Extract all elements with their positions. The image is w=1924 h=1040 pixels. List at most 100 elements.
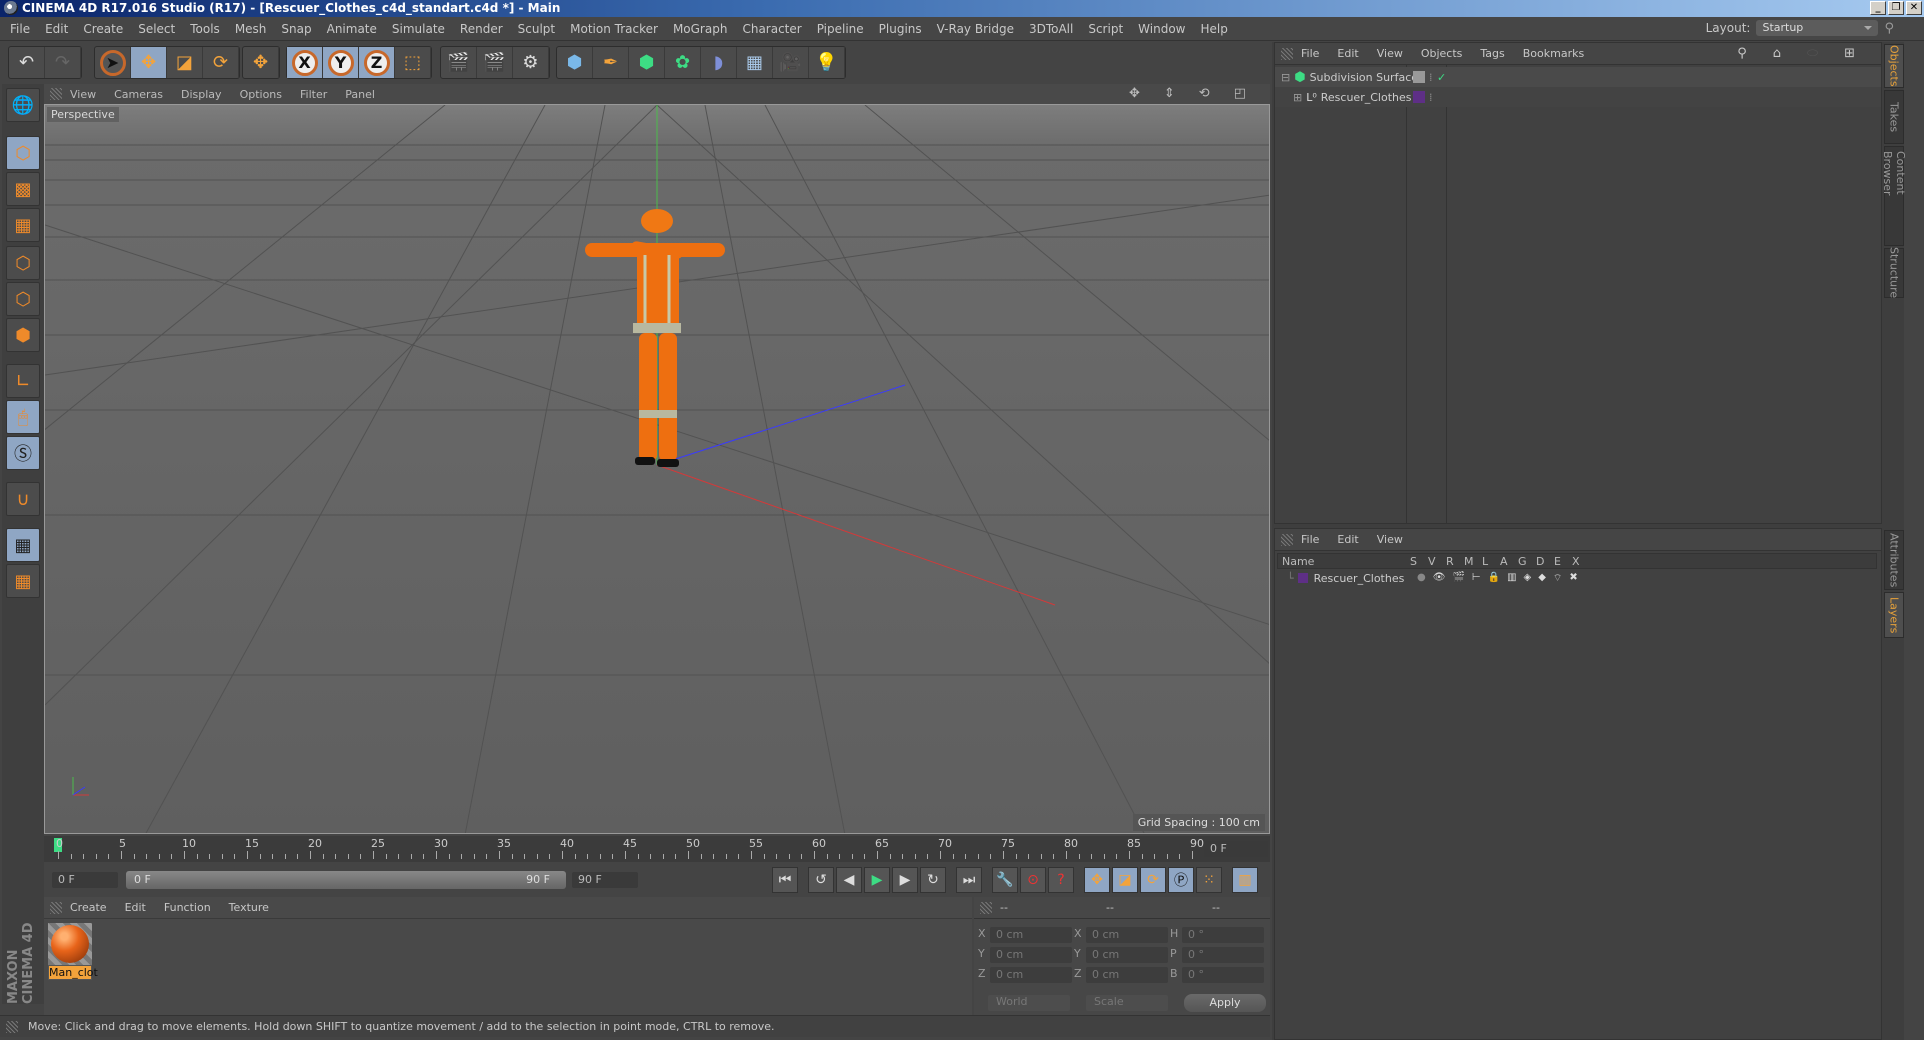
menu-plugins[interactable]: Plugins — [879, 22, 922, 36]
viewport-layout-icon[interactable]: ◰ — [1234, 86, 1246, 101]
subdivision-surface-icon[interactable]: ⬢ — [629, 47, 665, 78]
layer-column-header[interactable]: D — [1536, 555, 1544, 568]
lock-toggle-icon[interactable]: 🔒 — [1488, 572, 1500, 585]
side-tab-layers[interactable]: Layers — [1884, 592, 1904, 638]
material-menu-create[interactable]: Create — [70, 901, 107, 914]
side-tab-objects[interactable]: Objects — [1884, 44, 1904, 88]
workplane-lock-icon[interactable]: ▦ — [6, 528, 40, 562]
object-name[interactable]: Rescuer_Clothes — [1321, 91, 1412, 104]
key-pla-icon[interactable]: ⁙ — [1196, 867, 1222, 893]
layer-menu-edit[interactable]: Edit — [1337, 533, 1358, 546]
render-settings-icon[interactable]: ⚙ — [513, 47, 549, 78]
menu-window[interactable]: Window — [1138, 22, 1185, 36]
go-to-end-icon[interactable]: ⏭ — [956, 867, 982, 893]
record-active-icon[interactable]: ⊙ — [1020, 867, 1046, 893]
current-frame-field[interactable]: 0 F — [1204, 841, 1268, 857]
viewport-rotate-icon[interactable]: ⟲ — [1199, 86, 1210, 101]
coordinate-system-icon[interactable]: ⬚ — [395, 47, 431, 78]
key-parameter-icon[interactable]: Ⓟ — [1168, 867, 1194, 893]
coord-size-field[interactable]: 0 cm — [1086, 947, 1168, 963]
coord-pos-field[interactable]: 0 cm — [990, 967, 1072, 983]
texture-mode-icon[interactable]: ▩ — [6, 172, 40, 206]
coord-rot-field[interactable]: 0 ° — [1182, 927, 1264, 943]
grip-icon[interactable] — [980, 902, 992, 914]
key-rotation-icon[interactable]: ⟳ — [1140, 867, 1166, 893]
key-scale-icon[interactable]: ◪ — [1112, 867, 1138, 893]
menu-sculpt[interactable]: Sculpt — [518, 22, 555, 36]
menu-help[interactable]: Help — [1200, 22, 1227, 36]
object-menu-edit[interactable]: Edit — [1337, 47, 1358, 60]
next-frame-icon[interactable]: ▶ — [892, 867, 918, 893]
layer-swatch[interactable] — [1413, 71, 1425, 83]
cloner-icon[interactable]: ✿ — [665, 47, 701, 78]
object-menu-file[interactable]: File — [1301, 47, 1319, 60]
coord-rot-field[interactable]: 0 ° — [1182, 947, 1264, 963]
grip-icon[interactable] — [1281, 48, 1293, 60]
object-row[interactable]: ⊞ L⁰ Rescuer_Clothes ⁞ — [1275, 87, 1881, 107]
move-icon[interactable]: ✥ — [131, 47, 167, 78]
menu-mesh[interactable]: Mesh — [235, 22, 267, 36]
render-view-icon[interactable]: 🎬 — [441, 47, 477, 78]
viewport-menu-display[interactable]: Display — [181, 88, 222, 101]
object-menu-objects[interactable]: Objects — [1421, 47, 1463, 60]
timeline-ruler[interactable]: 0 5 10 15 20 25 30 35 40 45 50 55 60 65 70 75 80 85 90 0 F — [44, 836, 1270, 862]
collapse-icon[interactable]: ⊟ — [1281, 71, 1290, 84]
menu-3dtoall[interactable]: 3DToAll — [1029, 22, 1073, 36]
viewport-menu-panel[interactable]: Panel — [345, 88, 375, 101]
live-selection-icon[interactable]: ➤ — [95, 47, 131, 78]
menu-edit[interactable]: Edit — [45, 22, 68, 36]
side-tab-takes[interactable]: Takes — [1884, 90, 1904, 144]
timeline-window-icon[interactable]: ▥ — [1232, 867, 1258, 893]
menu-snap[interactable]: Snap — [281, 22, 311, 36]
layer-menu-file[interactable]: File — [1301, 533, 1319, 546]
redo-icon[interactable]: ↷ — [45, 47, 81, 78]
viewport-menu-cameras[interactable]: Cameras — [114, 88, 163, 101]
visibility-dots-icon[interactable]: ⁞ — [1429, 71, 1433, 84]
visible-toggle-icon[interactable]: 👁 — [1433, 572, 1446, 585]
search-icon[interactable]: ⚲ — [1737, 46, 1747, 61]
x-axis-icon[interactable]: X — [287, 47, 323, 78]
solo-icon[interactable]: Ⓢ — [6, 436, 40, 470]
grip-icon[interactable] — [50, 88, 62, 100]
rotate-icon[interactable]: ⟳ — [203, 47, 239, 78]
object-name[interactable]: Subdivision Surface — [1310, 71, 1418, 84]
undo-icon[interactable]: ↶ — [9, 47, 45, 78]
viewport-menu-view[interactable]: View — [70, 88, 96, 101]
eye-icon[interactable]: ⬭ — [1807, 46, 1818, 61]
previous-frame-icon[interactable]: ◀ — [836, 867, 862, 893]
menu-simulate[interactable]: Simulate — [392, 22, 445, 36]
edges-mode-icon[interactable]: ⬡ — [6, 282, 40, 316]
new-panel-icon[interactable]: ⊞ — [1844, 46, 1855, 61]
3d-viewport[interactable]: Perspective Grid Spacing : 100 cm — [44, 104, 1270, 834]
coordinate-mode-dropdown[interactable]: World — [988, 995, 1070, 1011]
manager-toggle-icon[interactable]: ⊢ — [1472, 572, 1481, 585]
layer-column-header[interactable]: V — [1428, 555, 1436, 568]
polygons-mode-icon[interactable]: ⬢ — [6, 318, 40, 352]
apply-button[interactable]: Apply — [1184, 994, 1266, 1012]
object-menu-tags[interactable]: Tags — [1480, 47, 1504, 60]
expressions-toggle-icon[interactable]: ⌔ — [1553, 572, 1562, 585]
minimize-button[interactable]: _ — [1870, 1, 1886, 15]
restore-button[interactable]: ❐ — [1888, 1, 1904, 15]
menu-script[interactable]: Script — [1088, 22, 1123, 36]
layer-column-header[interactable]: Name — [1282, 555, 1314, 568]
side-tab-attributes[interactable]: Attributes — [1884, 530, 1904, 590]
coord-pos-field[interactable]: 0 cm — [990, 947, 1072, 963]
deformer-icon[interactable]: ◗ — [701, 47, 737, 78]
object-row[interactable]: ⊟ ⬢ Subdivision Surface ⁞ ✓ — [1275, 67, 1881, 87]
layer-column-header[interactable]: X — [1572, 555, 1580, 568]
coord-pos-field[interactable]: 0 cm — [990, 927, 1072, 943]
menu-character[interactable]: Character — [742, 22, 801, 36]
enabled-check-icon[interactable]: ✓ — [1437, 71, 1446, 84]
layer-column-header[interactable]: R — [1446, 555, 1454, 568]
model-mode-icon[interactable]: ⬡ — [6, 136, 40, 170]
coord-rot-field[interactable]: 0 ° — [1182, 967, 1264, 983]
material-swatch[interactable]: Man_clot — [48, 923, 98, 981]
points-mode-icon[interactable]: ⬡ — [6, 246, 40, 280]
motion-tracking-icon[interactable]: 🔧 — [992, 867, 1018, 893]
deformers-toggle-icon[interactable]: ◆ — [1538, 572, 1546, 585]
menu-mograph[interactable]: MoGraph — [673, 22, 728, 36]
generators-toggle-icon[interactable]: ◈ — [1524, 572, 1532, 585]
layer-row[interactable]: └ Rescuer_Clothes ● 👁 🎬 ⊢ 🔒 ▥ ◈ ◆ ⌔ ✖ — [1277, 570, 1877, 586]
layer-color-swatch[interactable] — [1297, 573, 1308, 583]
